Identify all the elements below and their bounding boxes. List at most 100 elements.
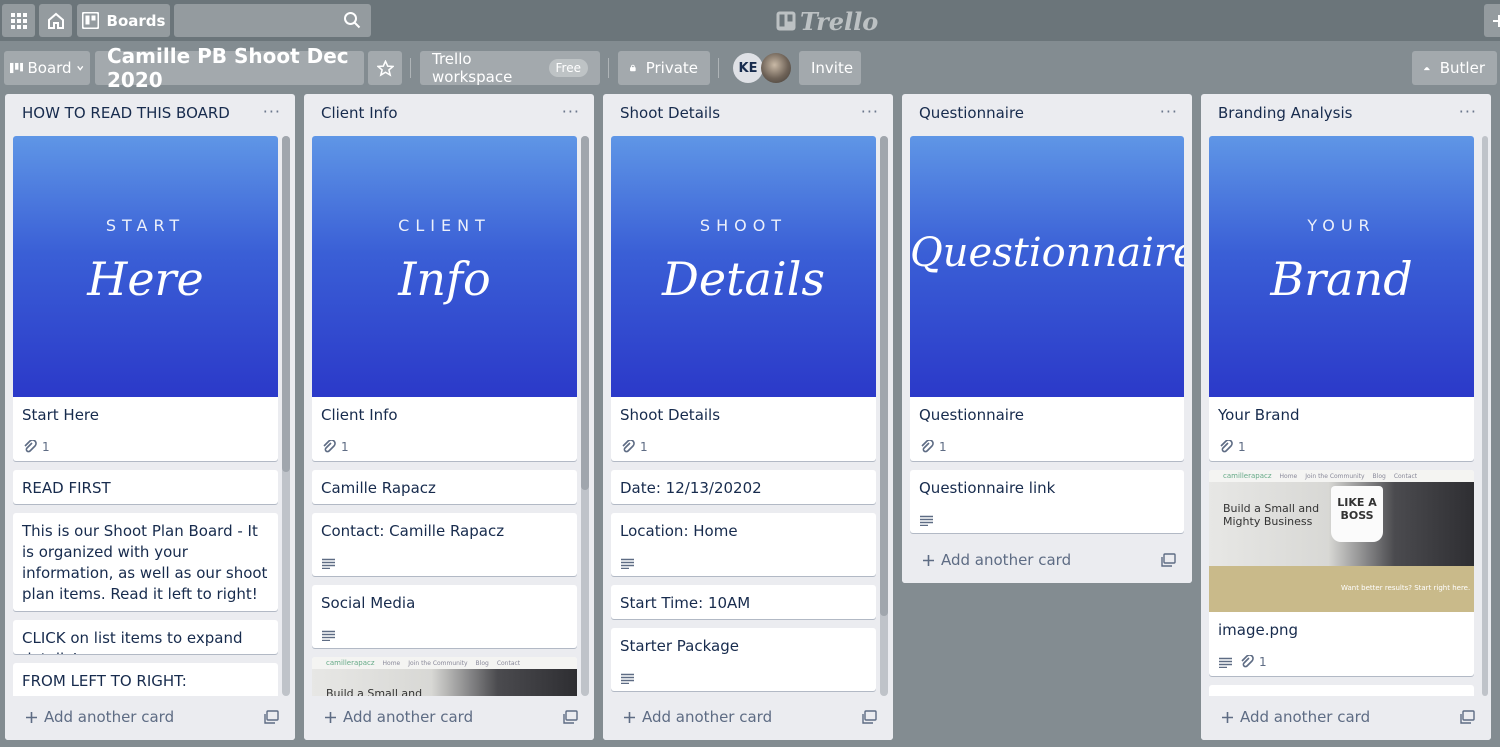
list-menu-icon[interactable]: ··· (562, 102, 580, 121)
card-client-info[interactable]: CLIENT Info Client Info 1 (312, 136, 577, 461)
attachment-badge: 1 (1219, 440, 1246, 454)
list-menu-icon[interactable]: ··· (263, 102, 281, 121)
lock-icon (630, 64, 636, 72)
card-cover-image: Questionnaire (910, 136, 1184, 397)
card-package[interactable]: Starter Package (611, 628, 876, 691)
list-scrollbar[interactable] (581, 136, 589, 696)
add-card-button[interactable]: Add another card (324, 708, 473, 726)
add-card-button[interactable]: Add another card (922, 551, 1071, 569)
list-footer: Add another card (1201, 696, 1491, 740)
card-template-icon[interactable] (264, 710, 279, 724)
invite-button[interactable]: Invite (799, 51, 861, 85)
list-scrollbar[interactable] (880, 136, 888, 696)
card-board-intro[interactable]: This is our Shoot Plan Board - It is org… (13, 513, 278, 611)
scrollbar-thumb[interactable] (282, 136, 290, 472)
description-icon (1219, 657, 1232, 668)
card-social-media[interactable]: Social Media (312, 585, 577, 648)
visibility-button[interactable]: Private (618, 51, 710, 85)
scrollbar-thumb[interactable] (581, 136, 589, 490)
attachment-badge: 1 (920, 440, 947, 454)
website-nav-item: Blog (475, 659, 489, 667)
list-header[interactable]: HOW TO READ THIS BOARD ··· (5, 94, 295, 136)
card-title: Contact: Camille Rapacz (321, 522, 505, 540)
star-button[interactable] (368, 51, 402, 85)
card-title: FROM LEFT TO RIGHT: (22, 672, 187, 690)
cover-script-text: Brand (1270, 252, 1413, 306)
website-mug-image: LIKE A BOSS (1331, 486, 1383, 542)
list-title: Branding Analysis (1218, 104, 1353, 122)
card-client-name[interactable]: Camille Rapacz (312, 470, 577, 504)
card-click-items[interactable]: CLICK on list items to expand details! (13, 620, 278, 654)
card-template-icon[interactable] (862, 710, 877, 724)
paperclip-icon (1241, 655, 1254, 668)
paperclip-icon (1220, 440, 1233, 453)
create-button[interactable] (1484, 4, 1500, 37)
website-brand: camillerapacz (326, 659, 375, 667)
card-contact[interactable]: Contact: Camille Rapacz (312, 513, 577, 576)
website-nav-item: Home (1279, 472, 1298, 480)
list-menu-icon[interactable]: ··· (1459, 102, 1477, 121)
plus-icon (624, 711, 635, 723)
card-questionnaire[interactable]: Questionnaire Questionnaire 1 (910, 136, 1184, 461)
search-icon (344, 12, 361, 29)
card-image-png[interactable]: camillerapacz Home Join the Community Bl… (1209, 470, 1474, 676)
board-title-button[interactable]: Camille PB Shoot Dec 2020 (95, 44, 364, 92)
board-icon (81, 12, 99, 29)
card-questionnaire-link[interactable]: Questionnaire link (910, 470, 1184, 533)
card-date[interactable]: Date: 12/13/20202 (611, 470, 876, 504)
description-icon (621, 558, 634, 569)
card-shoot-details[interactable]: SHOOT Details Shoot Details 1 (611, 136, 876, 461)
butler-button[interactable]: Butler (1412, 51, 1497, 85)
list-header[interactable]: Questionnaire ··· (902, 94, 1192, 136)
scrollbar-thumb[interactable] (880, 136, 888, 616)
card-location[interactable]: Location: Home (611, 513, 876, 576)
divider (410, 58, 411, 78)
website-nav: camillerapacz Home Join the Community Bl… (312, 657, 577, 669)
app-switcher-button[interactable] (2, 4, 35, 37)
list-header[interactable]: Shoot Details ··· (603, 94, 893, 136)
website-screenshot-image: camillerapacz Home Join the Community Bl… (312, 657, 577, 697)
card-template-icon[interactable] (1161, 553, 1176, 567)
list-how-to-read: HOW TO READ THIS BOARD ··· START Here St… (5, 94, 295, 740)
add-card-button[interactable]: Add another card (25, 708, 174, 726)
plus-icon (1493, 14, 1500, 27)
boards-button[interactable]: Boards (77, 4, 170, 37)
website-nav: camillerapacz Home Join the Community Bl… (1209, 470, 1474, 482)
website-nav-item: Contact (1393, 472, 1418, 480)
card-template-icon[interactable] (563, 710, 578, 724)
list-menu-icon[interactable]: ··· (1160, 102, 1178, 121)
list-title: HOW TO READ THIS BOARD (22, 104, 230, 122)
trello-logo[interactable]: Trello (776, 6, 878, 36)
list-scrollbar[interactable] (1482, 136, 1488, 696)
list-scrollbar[interactable] (282, 136, 290, 696)
member-avatar-photo[interactable] (761, 53, 791, 83)
home-icon (47, 12, 64, 29)
board-view-switcher[interactable]: Board (4, 51, 90, 85)
list-title: Client Info (321, 104, 398, 122)
butler-label: Butler (1439, 59, 1485, 77)
add-card-button[interactable]: Add another card (623, 708, 772, 726)
workspace-button[interactable]: Trello workspace Free (420, 50, 600, 86)
card-your-brand[interactable]: YOUR Brand Your Brand 1 (1209, 136, 1474, 461)
home-button[interactable] (39, 4, 72, 37)
card-title: Client Info (321, 406, 398, 424)
add-card-label: Add another card (343, 708, 474, 726)
card-badges: 1 (23, 440, 50, 454)
website-nav-item: Join the Community (408, 659, 468, 667)
boards-label: Boards (106, 11, 166, 30)
list-header[interactable]: Branding Analysis ··· (1201, 94, 1491, 136)
cover-small-text: START (105, 216, 186, 235)
search-input[interactable] (174, 4, 371, 37)
list-header[interactable]: Client Info ··· (304, 94, 594, 136)
member-avatar-ke[interactable]: KE (733, 53, 763, 83)
list-menu-icon[interactable]: ··· (861, 102, 879, 121)
card-read-first[interactable]: READ FIRST (13, 470, 278, 504)
card-title: image.png (1218, 621, 1299, 639)
card-badges: 1 (621, 440, 648, 454)
card-start-time[interactable]: Start Time: 10AM (611, 585, 876, 619)
website-nav-item: Join the Community (1305, 472, 1365, 480)
add-card-button[interactable]: Add another card (1221, 708, 1370, 726)
card-template-icon[interactable] (1460, 710, 1475, 724)
list-client-info: Client Info ··· CLIENT Info Client Info … (304, 94, 594, 740)
card-start-here[interactable]: START Here Start Here 1 (13, 136, 278, 461)
